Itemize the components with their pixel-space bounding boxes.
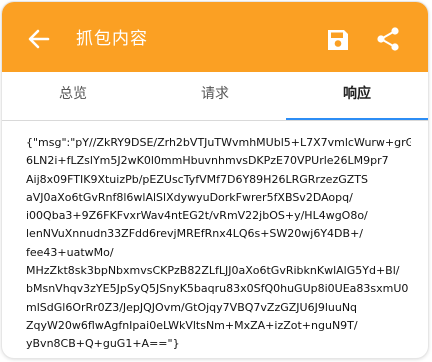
arrow-back-icon[interactable] (26, 26, 52, 52)
response-line: bMsnVhqv3zYE5JpSyQ5JSnyK5baqru83x0SfQ0hu… (26, 282, 409, 296)
response-line: 6LN2i+fLZslYm5J2wK0l0mmHbuvnhmvsDKPzE70V… (26, 154, 389, 168)
response-line: MHzZkt8sk3bpNbxmvsCKPzB82ZLfLJJ0aXo6tGvR… (26, 264, 400, 278)
response-line: fee43+uatwMo/ (26, 245, 114, 259)
response-line: i00Qba3+9Z6FKFvxrWav4ntEG2t/vRmV22jbOS+y… (26, 209, 368, 223)
tab-label: 总览 (59, 86, 87, 102)
tab-label: 请求 (201, 86, 229, 102)
app-window: 抓包内容 总览 请求 响应 {"msg":"pY//ZkRY9DSE/Zrh2b… (2, 2, 428, 358)
share-icon[interactable] (375, 26, 401, 52)
response-line: yBvn8CB+Q+guG1+A=="} (26, 337, 180, 351)
tab-bar: 总览 请求 响应 (2, 72, 428, 121)
tab-response[interactable]: 响应 (286, 72, 428, 120)
response-line: lenNVuXnnudn33ZFdd6revjMREfRnx4LQ6s+SW20… (26, 227, 363, 241)
tab-request[interactable]: 请求 (144, 72, 286, 120)
save-icon[interactable] (326, 28, 350, 52)
response-line: mlSdGl6OrRr0Z3/JepJQJOvm/GtOjqy7VBQ7vZzG… (26, 300, 358, 314)
page-title: 抓包内容 (76, 29, 148, 49)
response-line: {"msg":"pY//ZkRY9DSE/Zrh2bVTJuTWvmhMUbl5… (26, 136, 411, 149)
response-body: {"msg":"pY//ZkRY9DSE/Zrh2bVTJuTWvmhMUbl5… (26, 134, 411, 354)
tab-label: 响应 (343, 86, 371, 102)
response-line: Aij8x09FTIK9XtuizPb/pEZUscTyfVMf7D6Y89H2… (26, 172, 368, 186)
response-line: aVJ0aXo6tGvRnf8l6wlAlSlXdywyuDorkFwrer5f… (26, 190, 353, 204)
tab-indicator (286, 118, 428, 120)
app-bar: 抓包内容 (2, 2, 428, 72)
response-line: ZqyW20w6flwAgfnIpai0eLWkVltsNm+MxZA+izZo… (26, 318, 358, 332)
tab-overview[interactable]: 总览 (2, 72, 144, 120)
